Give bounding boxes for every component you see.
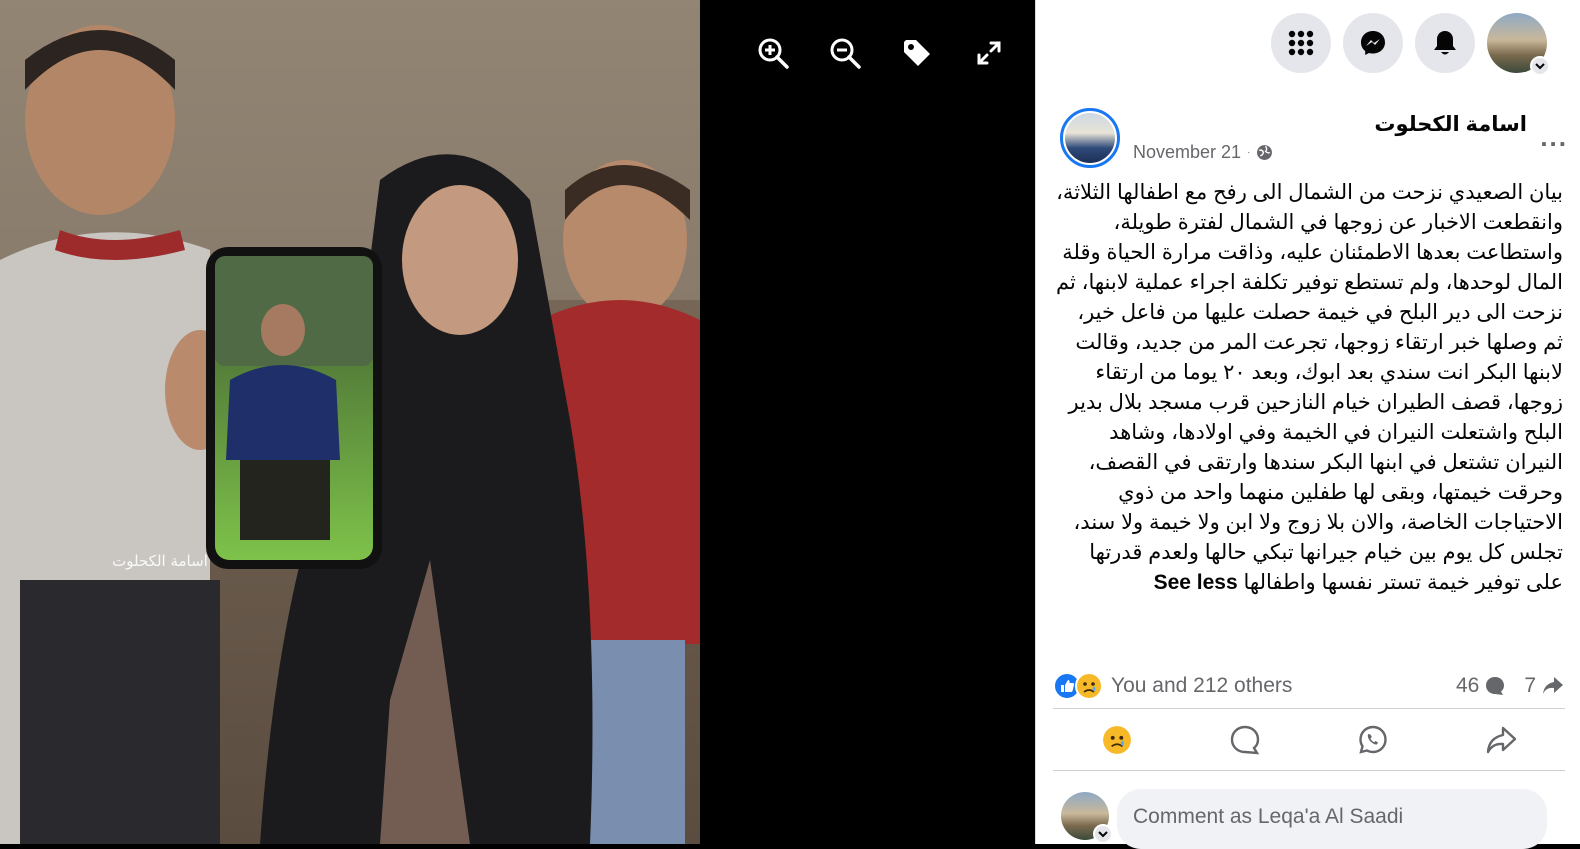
photo-toolbar	[750, 32, 1012, 74]
photo-viewer: اسامة الكحلوت	[0, 0, 1035, 844]
comment-button[interactable]	[1215, 715, 1275, 765]
tag-icon[interactable]	[894, 32, 940, 74]
comments-count-value: 46	[1455, 674, 1480, 697]
shares-count[interactable]: 7	[1524, 674, 1565, 698]
menu-grid-icon[interactable]	[1271, 13, 1331, 73]
send-whatsapp-button[interactable]	[1343, 715, 1403, 765]
engagement-counts: 46 7	[1456, 674, 1565, 698]
comments-count[interactable]: 46	[1456, 674, 1506, 698]
author-avatar[interactable]	[1060, 108, 1120, 168]
post-date[interactable]: November 21	[1133, 142, 1241, 163]
share-icon	[1486, 726, 1517, 754]
sad-reaction-icon	[1103, 726, 1131, 754]
notifications-icon[interactable]	[1415, 13, 1475, 73]
sad-icon	[1075, 672, 1103, 700]
author-name[interactable]: اسامة الكحلوت	[1374, 112, 1527, 137]
share-count-icon	[1543, 677, 1563, 694]
divider	[1053, 708, 1565, 709]
whatsapp-icon	[1359, 725, 1387, 754]
post-header: اسامة الكحلوت ... November 21 ·	[1053, 100, 1568, 172]
comment-icon	[1230, 725, 1260, 755]
shares-count-value: 7	[1524, 674, 1536, 697]
zoom-in-icon[interactable]	[750, 32, 796, 74]
messenger-icon[interactable]	[1343, 13, 1403, 73]
post-photo[interactable]: اسامة الكحلوت	[0, 0, 700, 844]
post-sidebar: اسامة الكحلوت ... November 21 · بيان الص…	[1035, 0, 1580, 849]
post-text: بيان الصعيدي نزحت من الشمال الى رفح مع ا…	[1053, 178, 1565, 598]
more-options-button[interactable]: ...	[1540, 122, 1568, 153]
commenter-avatar[interactable]	[1061, 792, 1113, 844]
photo-watermark: اسامة الكحلوت	[112, 552, 208, 570]
reactions-bar: You and 212 others 46 7	[1053, 666, 1565, 706]
account-avatar[interactable]	[1487, 13, 1550, 76]
reaction-icons[interactable]	[1053, 672, 1103, 700]
top-navigation	[1036, 0, 1580, 86]
see-less-link[interactable]: See less	[1154, 571, 1238, 594]
chevron-down-icon[interactable]	[1530, 56, 1550, 76]
comment-composer: Comment as Leqa'a Al Saadi	[1053, 787, 1565, 849]
post-actions	[1053, 712, 1565, 768]
post: اسامة الكحلوت ... November 21 · بيان الص…	[1053, 100, 1568, 598]
reactions-summary[interactable]: You and 212 others	[1111, 674, 1292, 698]
meta-separator: ·	[1247, 147, 1251, 158]
comment-count-icon	[1486, 677, 1505, 695]
zoom-out-icon[interactable]	[822, 32, 868, 74]
post-meta: November 21 ·	[1133, 142, 1273, 163]
comment-input[interactable]: Comment as Leqa'a Al Saadi	[1117, 789, 1547, 849]
divider	[1053, 770, 1565, 771]
share-button[interactable]	[1471, 715, 1531, 765]
post-body: بيان الصعيدي نزحت من الشمال الى رفح مع ا…	[1056, 181, 1563, 594]
globe-icon	[1257, 145, 1273, 160]
react-button[interactable]	[1087, 715, 1147, 765]
fullscreen-icon[interactable]	[966, 32, 1012, 74]
chevron-down-icon[interactable]	[1093, 824, 1113, 844]
